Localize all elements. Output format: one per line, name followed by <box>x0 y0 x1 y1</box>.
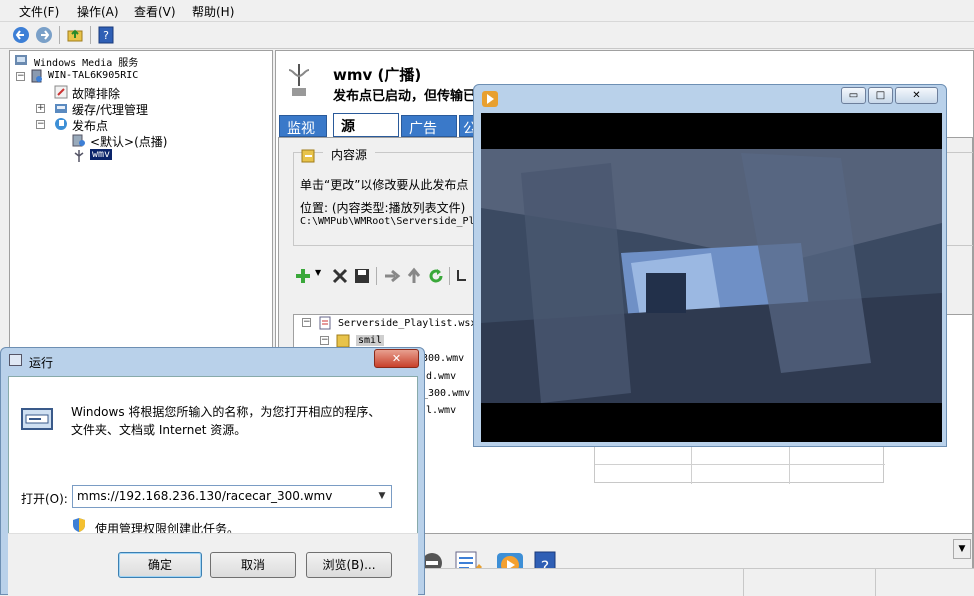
run-dialog-icon <box>9 354 22 366</box>
run-dialog-title: 运行 <box>29 356 54 370</box>
menu-view[interactable]: 查看(V) <box>134 3 176 20</box>
menu-help[interactable]: 帮助(H) <box>192 3 234 20</box>
refresh-icon[interactable] <box>427 267 445 285</box>
tree-cache-label: 缓存/代理管理 <box>72 103 149 117</box>
menu-bar: 文件(F) 操作(A) 查看(V) 帮助(H) <box>0 0 974 22</box>
playlist-file-icon <box>319 316 331 330</box>
collapse-toggle[interactable]: − <box>302 318 311 327</box>
move-up-icon[interactable] <box>405 267 423 285</box>
forward-arrow-icon[interactable] <box>35 26 53 44</box>
troubleshoot-icon <box>54 85 68 99</box>
broadcast-antenna-icon <box>288 64 310 96</box>
publishing-points-icon <box>55 118 67 130</box>
open-label: 打开(O): <box>21 492 68 506</box>
smil-node-icon <box>336 334 350 348</box>
content-source-icon <box>301 149 315 163</box>
point-status: 发布点已启动，但传输已 <box>333 89 477 104</box>
tree-root-label: Windows Media 服务 <box>34 58 139 69</box>
tree-troubleshoot-label: 故障排除 <box>72 87 121 101</box>
combo-dropdown-icon[interactable]: ▼ <box>373 486 391 507</box>
browse-button[interactable]: 浏览(B)... <box>306 552 392 578</box>
open-combobox[interactable]: mms://192.168.236.130/racecar_300.wmv ▼ <box>72 485 392 508</box>
change-hint: 单击“更改”以修改要从此发布点 <box>300 178 469 192</box>
run-dialog-footer: 确定 取消 浏览(B)... <box>8 533 418 596</box>
menu-file[interactable]: 文件(F) <box>19 3 59 20</box>
location-path: C:\WMPub\WMRoot\Serverside_Pl <box>300 216 475 227</box>
video-area[interactable] <box>481 113 942 442</box>
tab-ads[interactable]: 广告 <box>401 115 457 137</box>
server-icon <box>31 69 42 83</box>
svg-text:?: ? <box>103 29 109 42</box>
tab-source[interactable]: 源 <box>333 113 399 137</box>
collapse-toggle[interactable]: − <box>36 120 45 129</box>
media-services-icon <box>15 55 27 65</box>
collapse-toggle[interactable]: − <box>320 336 329 345</box>
status-bar <box>425 568 974 596</box>
location-label: 位置: (内容类型:播放列表文件) <box>300 201 466 215</box>
uac-shield-icon <box>73 518 85 532</box>
cache-icon <box>55 104 67 113</box>
minimize-button[interactable]: ▭ <box>841 87 866 104</box>
toolbar: ? <box>0 22 974 49</box>
collapse-toggle[interactable]: − <box>16 72 25 81</box>
ok-button[interactable]: 确定 <box>118 552 202 578</box>
delete-icon[interactable] <box>331 267 349 285</box>
tree-default-point-label: <默认>(点播) <box>90 135 168 149</box>
cancel-button[interactable]: 取消 <box>210 552 296 578</box>
save-icon[interactable] <box>353 267 371 285</box>
smil-label[interactable]: smil <box>356 335 385 346</box>
player-app-icon <box>482 91 498 107</box>
playlist-item-3[interactable]: _300.wmv <box>422 388 470 399</box>
playlist-item-2[interactable]: d.wmv <box>426 371 456 382</box>
broadcast-point-icon <box>74 150 84 162</box>
close-button[interactable]: ✕ <box>895 87 938 104</box>
indent-icon[interactable] <box>456 267 474 285</box>
video-frame <box>481 113 942 442</box>
add-icon[interactable] <box>294 267 312 285</box>
menu-action[interactable]: 操作(A) <box>77 3 119 20</box>
media-player-window[interactable]: ▭ □ ✕ <box>473 84 947 447</box>
playlist-root-label[interactable]: Serverside_Playlist.wsx <box>338 318 476 329</box>
content-source-label: 内容源 <box>323 146 376 163</box>
run-dialog[interactable]: 运行 ✕ Windows 将根据您所输入的名称，为您打开相应的程序、 文件夹、文… <box>0 347 425 596</box>
player-titlebar[interactable]: ▭ □ ✕ <box>474 85 946 109</box>
up-folder-icon[interactable] <box>66 26 84 44</box>
on-demand-point-icon <box>72 134 85 147</box>
tab-strip: 监视 源 广告 公 <box>278 113 481 137</box>
help-icon[interactable]: ? <box>97 26 115 44</box>
expand-toggle[interactable]: + <box>36 104 45 113</box>
open-input[interactable]: mms://192.168.236.130/racecar_300.wmv <box>77 489 332 503</box>
run-program-icon <box>21 408 53 430</box>
run-close-button[interactable]: ✕ <box>374 349 419 368</box>
add-dropdown-icon[interactable]: ▼ <box>315 268 321 277</box>
maximize-button[interactable]: □ <box>868 87 893 104</box>
move-right-icon[interactable] <box>383 267 401 285</box>
back-arrow-icon[interactable] <box>12 26 30 44</box>
point-title: wmv (广播) <box>333 66 422 84</box>
scroll-down-button[interactable]: ▼ <box>953 539 971 559</box>
run-description-line1: Windows 将根据您所输入的名称，为您打开相应的程序、 <box>71 405 381 419</box>
playlist-item-1[interactable]: 300.wmv <box>422 353 464 364</box>
tree-wmv-point-label: wmv <box>90 149 113 160</box>
tab-monitor[interactable]: 监视 <box>279 115 327 137</box>
tree-pubpoints-label: 发布点 <box>72 119 109 133</box>
playlist-item-4[interactable]: l.wmv <box>426 405 456 416</box>
run-description-line2: 文件夹、文档或 Internet 资源。 <box>71 423 247 437</box>
tree-server-label: WIN-TAL6K905RIC <box>48 70 139 81</box>
